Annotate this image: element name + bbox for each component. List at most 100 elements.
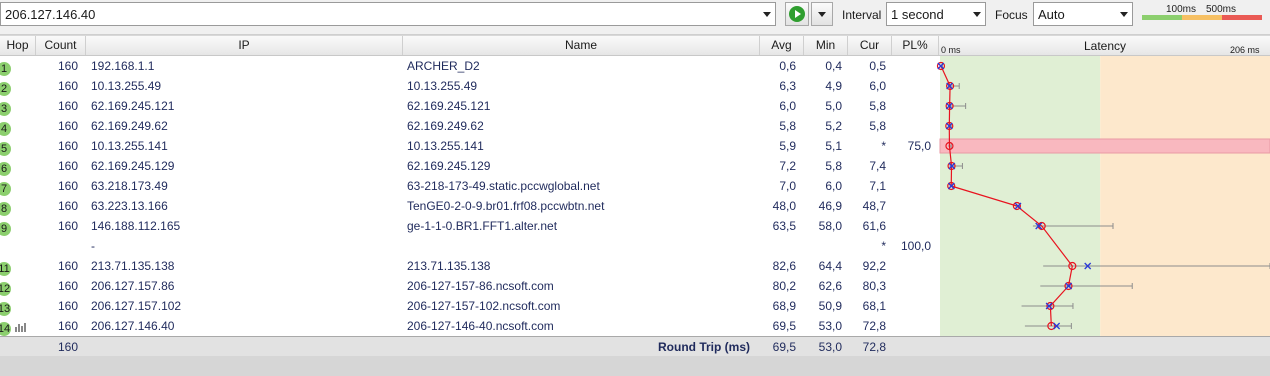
ip-cell: - (91, 239, 95, 253)
cur-cell: 5,8 (869, 99, 886, 113)
cur-cell: 92,2 (862, 259, 886, 273)
min-cell: 62,6 (818, 279, 842, 293)
table-row[interactable]: 11 160 213.71.135.138 213.71.135.138 82,6 64,… (0, 256, 940, 276)
focus-select[interactable]: Auto (1033, 2, 1133, 26)
col-header-avg[interactable]: Avg (760, 36, 804, 55)
interval-label: Interval (842, 8, 882, 22)
col-header-pl[interactable]: PL% (892, 36, 939, 55)
table-row[interactable]: 7 160 63.218.173.49 63-218-173-49.static.pc… (0, 176, 940, 196)
count-cell: 160 (57, 199, 78, 213)
table-row[interactable]: 2 160 10.13.255.49 10.13.255.49 6,3 4,9 6,0 (0, 76, 940, 96)
count-cell: 160 (57, 79, 78, 93)
hop-badge: 6 (0, 162, 11, 176)
name-cell: 213.71.135.138 (407, 259, 491, 273)
avg-cell: 0,6 (779, 59, 796, 73)
count-cell: 160 (57, 119, 78, 133)
cur-cell: * (881, 139, 886, 153)
ip-cell: 62.169.249.62 (91, 119, 168, 133)
target-combobox[interactable]: 206.127.146.40 (0, 2, 776, 26)
min-cell: 50,9 (818, 299, 842, 313)
table-row[interactable]: 5 160 10.13.255.141 10.13.255.141 5,9 5,1 * 75,… (0, 136, 940, 156)
col-header-min[interactable]: Min (804, 36, 848, 55)
col-header-cur[interactable]: Cur (848, 36, 892, 55)
min-cell: 6,0 (825, 179, 842, 193)
table-row[interactable]: 3 160 62.169.245.121 62.169.245.121 6,0 5,0 5,… (0, 96, 940, 116)
count-cell: 160 (57, 159, 78, 173)
avg-cell: 5,8 (779, 119, 796, 133)
table-row[interactable]: 9 160 146.188.112.165 ge-1-1-0.BR1.FFT1.alt… (0, 216, 940, 236)
hop-badge: 4 (0, 122, 11, 136)
name-cell: 10.13.255.141 (407, 139, 484, 153)
avg-cell: 80,2 (772, 279, 796, 293)
toolbar: 206.127.146.40 Interval 1 second Focus A… (0, 0, 1270, 35)
hop-badge: 9 (0, 222, 11, 236)
avg-cell: 82,6 (772, 259, 796, 273)
count-cell: 160 (57, 279, 78, 293)
min-cell: 46,9 (818, 199, 842, 213)
count-cell: 160 (57, 99, 78, 113)
ip-cell: 63.218.173.49 (91, 179, 168, 193)
name-cell: 62.169.245.121 (407, 99, 491, 113)
count-cell: 160 (57, 59, 78, 73)
footer-cur: 72,8 (862, 340, 886, 354)
table-row[interactable]: 6 160 62.169.245.129 62.169.245.129 7,2 5,8 7,… (0, 156, 940, 176)
table-row[interactable]: 12 160 206.127.157.86 206-127-157-86.ncsoft… (0, 276, 940, 296)
table-row[interactable]: 8 160 63.223.13.166 TenGE0-2-0-9.br01.frf08… (0, 196, 940, 216)
name-cell: TenGE0-2-0-9.br01.frf08.pccwbtn.net (407, 199, 605, 213)
col-header-ip[interactable]: IP (86, 36, 403, 55)
cur-cell: 80,3 (862, 279, 886, 293)
table-row[interactable]: 13 160 206.127.157.102 206-127-157-102.ncso… (0, 296, 940, 316)
cur-cell: 0,5 (869, 59, 886, 73)
cur-cell: * (881, 239, 886, 253)
avg-cell: 69,5 (772, 319, 796, 333)
min-cell: 64,4 (818, 259, 842, 273)
pl-cell: 75,0 (907, 139, 931, 153)
hop-badge: 14 (0, 322, 11, 336)
count-cell: 160 (57, 139, 78, 153)
latency-warn-zone (1100, 56, 1270, 336)
play-options-dropdown-button[interactable] (811, 2, 833, 26)
table-row[interactable]: 1 160 192.168.1.1 ARCHER_D2 0,6 0,4 0,5 (0, 56, 940, 76)
col-header-hop[interactable]: Hop (0, 36, 36, 55)
name-cell: 63-218-173-49.static.pccwglobal.net (407, 179, 600, 193)
ip-cell: 10.13.255.49 (91, 79, 162, 93)
ip-cell: 146.188.112.165 (91, 219, 181, 233)
scale-bad-bar (1222, 15, 1262, 20)
cur-cell: 7,4 (869, 159, 886, 173)
footer-round-trip-label: Round Trip (ms) (658, 340, 750, 354)
play-button[interactable] (785, 2, 809, 26)
cur-cell: 48,7 (862, 199, 886, 213)
name-cell: 206-127-146-40.ncsoft.com (407, 319, 554, 333)
min-cell: 5,8 (825, 159, 842, 173)
name-cell: 62.169.245.129 (407, 159, 491, 173)
min-cell: 0,4 (825, 59, 842, 73)
avg-cell: 63,5 (772, 219, 796, 233)
ip-cell: 62.169.245.129 (91, 159, 175, 173)
scale-good-bar (1142, 15, 1182, 20)
cur-cell: 61,6 (862, 219, 886, 233)
min-cell: 4,9 (825, 79, 842, 93)
avg-cell: 7,2 (779, 159, 796, 173)
table-row[interactable]: - * 100,0 (0, 236, 940, 256)
col-header-latency[interactable]: 0 ms Latency 206 ms (939, 36, 1270, 55)
interval-value: 1 second (891, 7, 944, 22)
ip-cell: 206.127.157.86 (91, 279, 175, 293)
ip-cell: 213.71.135.138 (91, 259, 175, 273)
target-value[interactable]: 206.127.146.40 (5, 7, 95, 22)
cur-cell: 6,0 (869, 79, 886, 93)
col-header-name[interactable]: Name (403, 36, 760, 55)
round-trip-footer: 160 Round Trip (ms) 69,5 53,0 72,8 (0, 336, 1270, 356)
avg-cell: 7,0 (779, 179, 796, 193)
table-row[interactable]: 4 160 62.169.249.62 62.169.249.62 5,8 5,2 5,8 (0, 116, 940, 136)
hop-badge: 8 (0, 202, 11, 216)
avg-cell: 6,0 (779, 99, 796, 113)
hop-badge: 2 (0, 82, 11, 96)
ip-cell: 206.127.157.102 (91, 299, 182, 313)
interval-select[interactable]: 1 second (886, 2, 986, 26)
hop-badge: 5 (0, 142, 11, 156)
name-cell: 62.169.249.62 (407, 119, 484, 133)
table-row[interactable]: 14 160 206.127.146.40 206-127-146-40.ncsoft… (0, 316, 940, 336)
target-dropdown-arrow-icon[interactable] (763, 12, 771, 17)
col-header-count[interactable]: Count (36, 36, 86, 55)
ip-cell: 10.13.255.141 (91, 139, 168, 153)
